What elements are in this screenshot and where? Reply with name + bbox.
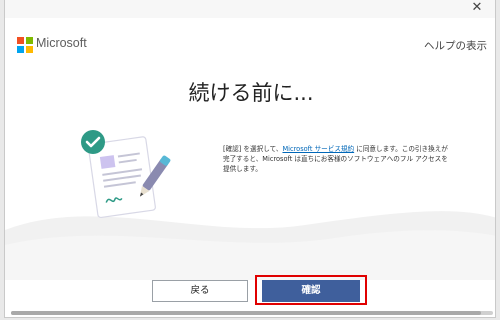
back-button[interactable]: 戻る: [152, 280, 248, 302]
terms-description: [確認] を選択して、Microsoft サービス規約 に同意します。この引き換…: [223, 144, 453, 174]
title-bar: ✕: [5, 0, 495, 18]
horizontal-scrollbar[interactable]: [11, 311, 493, 315]
dialog-window: ✕ Microsoft ヘルプの表示 続ける前に... [確認] を選択して、M…: [4, 0, 496, 318]
brand-name: Microsoft: [36, 36, 87, 50]
document-signature-icon: [81, 130, 171, 219]
page-title: 続ける前に...: [188, 81, 314, 105]
microsoft-logo-icon: [17, 37, 33, 53]
help-link[interactable]: ヘルプの表示: [424, 38, 487, 53]
service-terms-link[interactable]: Microsoft サービス規約: [282, 145, 354, 153]
confirm-button[interactable]: 確認: [262, 280, 360, 302]
description-prefix: [確認] を選択して、: [223, 145, 283, 153]
close-icon[interactable]: ✕: [467, 0, 487, 16]
scroll-thumb[interactable]: [11, 311, 481, 315]
